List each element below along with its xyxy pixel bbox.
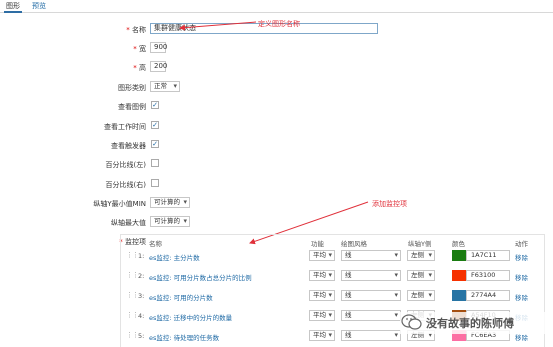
item-name-link[interactable]: es监控: 可用的分片数 xyxy=(149,292,213,302)
y-axis-select[interactable]: 左侧 xyxy=(407,270,435,281)
function-select[interactable]: 平均 xyxy=(309,290,335,301)
drag-handle-icon[interactable]: ⋮⋮ xyxy=(126,251,139,259)
col-header-draw-style: 绘图风格 xyxy=(341,240,367,248)
color-input[interactable]: 2774A4 xyxy=(466,290,510,301)
draw-style-select[interactable]: 线 xyxy=(341,290,401,301)
y-axis-select[interactable]: 左侧 xyxy=(407,290,435,301)
col-header-function: 功能 xyxy=(311,240,324,248)
col-header-color: 颜色 xyxy=(452,240,465,248)
col-header-name: 名称 xyxy=(149,240,162,248)
color-input[interactable]: 1A7C11 xyxy=(466,250,510,261)
drag-handle-icon[interactable]: ⋮⋮ xyxy=(126,311,139,319)
wechat-icon xyxy=(401,314,422,330)
color-swatch[interactable] xyxy=(452,290,466,301)
col-header-y-axis: 纵轴Y侧 xyxy=(408,240,432,248)
drag-handle-icon[interactable]: ⋮⋮ xyxy=(126,271,139,279)
draw-style-select[interactable]: 线 xyxy=(341,270,401,281)
row-number: 1: xyxy=(138,252,145,260)
row-number: 5: xyxy=(138,332,145,340)
color-swatch[interactable] xyxy=(452,270,466,281)
function-select[interactable]: 平均 xyxy=(309,250,335,261)
drag-handle-icon[interactable]: ⋮⋮ xyxy=(126,291,139,299)
function-select[interactable]: 平均 xyxy=(309,330,335,341)
color-swatch[interactable] xyxy=(452,250,466,261)
remove-link[interactable]: 移除 xyxy=(515,292,528,302)
draw-style-select[interactable]: 线 xyxy=(341,310,401,321)
row-number: 4: xyxy=(138,312,145,320)
color-input[interactable]: F63100 xyxy=(466,270,510,281)
y-axis-select[interactable]: 左侧 xyxy=(407,250,435,261)
item-name-link[interactable]: es监控: 主分片数 xyxy=(149,252,200,262)
remove-link[interactable]: 移除 xyxy=(515,272,528,282)
function-select[interactable]: 平均 xyxy=(309,270,335,281)
function-select[interactable]: 平均 xyxy=(309,310,335,321)
row-number: 2: xyxy=(138,272,145,280)
remove-link[interactable]: 移除 xyxy=(515,252,528,262)
row-number: 3: xyxy=(138,292,145,300)
item-name-link[interactable]: es监控: 待处理的任务数 xyxy=(149,332,219,342)
arrow-to-name-field xyxy=(179,21,257,31)
item-name-link[interactable]: es监控: 迁移中的分片的数量 xyxy=(149,312,232,322)
col-header-action: 动作 xyxy=(515,240,528,248)
draw-style-select[interactable]: 线 xyxy=(341,330,401,341)
draw-style-select[interactable]: 线 xyxy=(341,250,401,261)
drag-handle-icon[interactable]: ⋮⋮ xyxy=(126,331,139,339)
watermark-text: 没有故事的陈师傅 xyxy=(426,317,514,330)
item-name-link[interactable]: es监控: 可用分片数占总分片的比例 xyxy=(149,272,252,282)
